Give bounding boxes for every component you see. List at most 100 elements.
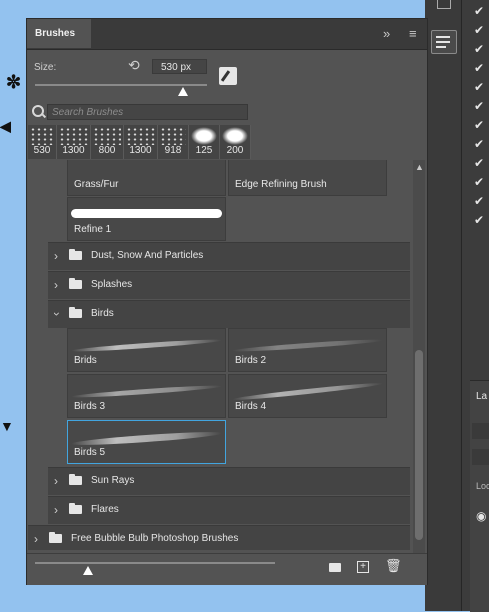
preset-size: 530 <box>33 145 51 156</box>
tab-brushes[interactable]: Brushes <box>27 19 91 48</box>
brush-tile-birds-2[interactable]: Birds 2 <box>228 328 387 372</box>
preset-size: 125 <box>195 145 213 156</box>
group-splashes[interactable]: › Splashes <box>48 271 410 299</box>
checkmark-icon[interactable]: ✔ <box>474 213 484 227</box>
size-slider-track[interactable] <box>35 84 207 86</box>
search-icon <box>32 105 44 117</box>
brush-settings-icon[interactable] <box>219 67 237 85</box>
layers-panel: La Loc ◉ <box>470 380 489 612</box>
brush-tile-brids[interactable]: Brids <box>67 328 226 372</box>
trash-icon[interactable]: 🗑 <box>385 558 402 573</box>
chevron-right-icon[interactable]: › <box>34 532 38 546</box>
scroll-up-arrow-icon[interactable]: ▲ <box>415 162 424 172</box>
brush-list-scrollbar[interactable]: ▲ <box>413 160 425 555</box>
group-name: Splashes <box>91 279 133 290</box>
reset-icon[interactable]: ⟲ <box>128 57 140 74</box>
preset-size: 1300 <box>129 145 152 156</box>
folder-icon[interactable] <box>329 563 341 572</box>
folder-icon <box>69 278 82 289</box>
layers-tab-label[interactable]: La <box>476 391 487 402</box>
brush-label: Refine 1 <box>74 224 112 235</box>
chevron-down-icon[interactable]: › <box>50 312 64 316</box>
group-name: Flares <box>91 504 119 515</box>
panel-bottom-bar: + 🗑 <box>27 553 427 585</box>
brush-tile-birds-5[interactable]: Birds 5 <box>67 420 226 464</box>
group-name: Sun Rays <box>91 475 135 486</box>
dock-tool-strip <box>425 0 462 611</box>
preset-size: 800 <box>98 145 116 156</box>
brush-label: Birds 4 <box>235 401 267 412</box>
group-name: Free Bubble Bulb Photoshop Brushes <box>71 533 239 544</box>
group-birds[interactable]: › Birds <box>48 300 410 328</box>
brushes-panel: Brushes » ≡ Size: ⟲ 530 px Search Brushe… <box>26 18 428 585</box>
folder-icon <box>69 474 82 485</box>
brush-label: Brids <box>74 355 97 366</box>
chevron-right-icon[interactable]: › <box>54 474 58 488</box>
brush-label: Birds 3 <box>74 401 106 412</box>
folder-icon <box>69 503 82 514</box>
brush-label: Birds 2 <box>235 355 267 366</box>
checkmark-icon[interactable]: ✔ <box>474 175 484 189</box>
open-folder-icon <box>69 307 82 318</box>
preset-tile[interactable]: 125 <box>189 125 220 159</box>
size-input[interactable]: 530 px <box>152 59 207 74</box>
layers-search-field[interactable] <box>472 423 489 439</box>
scrollbar-thumb[interactable] <box>415 350 423 540</box>
bird-silhouette-icon: ✼ <box>6 72 22 92</box>
checkmark-icon[interactable]: ✔ <box>474 156 484 170</box>
plus-square-icon[interactable]: + <box>357 561 369 573</box>
group-name: Dust, Snow And Particles <box>91 250 204 261</box>
brush-tile-refine-1[interactable]: Refine 1 <box>67 197 226 241</box>
checkmark-icon[interactable]: ✔ <box>474 137 484 151</box>
size-slider-thumb[interactable] <box>177 87 188 96</box>
hamburger-menu-icon[interactable]: ≡ <box>409 26 417 41</box>
eye-icon[interactable]: ◉ <box>476 509 486 523</box>
brush-label: Grass/Fur <box>74 179 119 190</box>
layers-name-field[interactable] <box>472 449 489 465</box>
preset-tile[interactable]: 1300 <box>57 125 91 159</box>
lock-label: Loc <box>476 481 489 491</box>
checkmark-icon[interactable]: ✔ <box>474 42 484 56</box>
preset-tile[interactable]: 800 <box>91 125 124 159</box>
double-chevron-right-icon[interactable]: » <box>383 26 390 41</box>
search-input[interactable]: Search Brushes <box>47 104 248 120</box>
checkmark-icon[interactable]: ✔ <box>474 118 484 132</box>
group-free-bubble-bulb[interactable]: › Free Bubble Bulb Photoshop Brushes <box>28 525 410 550</box>
folder-icon <box>49 532 62 543</box>
preview-size-slider-thumb[interactable] <box>83 566 93 575</box>
brush-label: Edge Refining Brush <box>235 179 327 190</box>
folder-icon <box>69 249 82 260</box>
bird-silhouette-icon: ◀ <box>0 118 11 134</box>
brush-tile-grass-fur[interactable]: Grass/Fur <box>67 160 226 196</box>
brush-tile-edge-refining[interactable]: Edge Refining Brush <box>228 160 387 196</box>
checkmark-icon[interactable]: ✔ <box>474 4 484 18</box>
checkmark-icon[interactable]: ✔ <box>474 194 484 208</box>
panel-titlebar: Brushes » ≡ <box>27 19 427 50</box>
preset-size: 1300 <box>62 145 85 156</box>
chevron-right-icon[interactable]: › <box>54 278 58 292</box>
chevron-right-icon[interactable]: › <box>54 249 58 263</box>
preset-size: 200 <box>226 145 244 156</box>
brush-tile-birds-3[interactable]: Birds 3 <box>67 374 226 418</box>
checkmark-icon[interactable]: ✔ <box>474 23 484 37</box>
brush-list: Grass/Fur Edge Refining Brush Refine 1 ›… <box>28 160 413 550</box>
chevron-right-icon[interactable]: › <box>54 503 58 517</box>
checkmark-icon[interactable]: ✔ <box>474 80 484 94</box>
group-dust-snow-particles[interactable]: › Dust, Snow And Particles <box>48 242 410 270</box>
preset-tile[interactable]: 530 <box>28 125 57 159</box>
preset-tile[interactable]: 918 <box>158 125 189 159</box>
group-sun-rays[interactable]: › Sun Rays <box>48 467 410 495</box>
preset-size: 918 <box>164 145 182 156</box>
brush-tile-birds-4[interactable]: Birds 4 <box>228 374 387 418</box>
preview-size-slider-track[interactable] <box>35 562 275 564</box>
brush-label: Birds 5 <box>74 447 106 458</box>
size-label: Size: <box>34 62 57 73</box>
checkmark-icon[interactable]: ✔ <box>474 99 484 113</box>
group-name: Birds <box>91 308 114 319</box>
brush-settings-dock-icon[interactable] <box>431 30 457 54</box>
preset-tile[interactable]: 1300 <box>124 125 158 159</box>
checkmark-icon[interactable]: ✔ <box>474 61 484 75</box>
preset-tile[interactable]: 200 <box>220 125 251 159</box>
group-flares[interactable]: › Flares <box>48 496 410 524</box>
cube-icon[interactable] <box>437 0 451 9</box>
